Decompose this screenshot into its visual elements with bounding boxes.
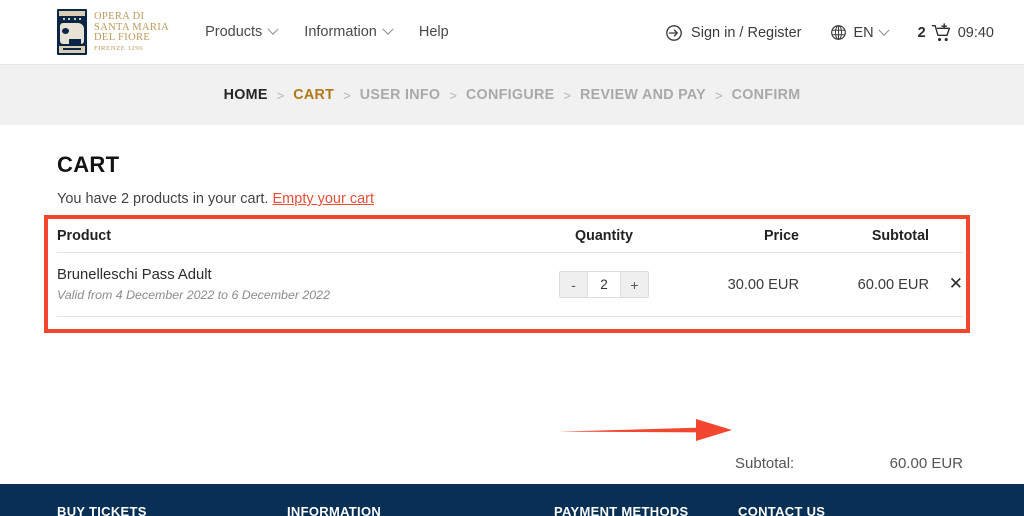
- footer-heading-buy-tickets: BUY TICKETS: [57, 504, 147, 516]
- breadcrumb-step-home[interactable]: HOME: [224, 87, 268, 103]
- footer-heading-payment-methods: PAYMENT METHODS: [554, 504, 689, 516]
- breadcrumb-step-cart[interactable]: CART: [293, 87, 334, 103]
- chevron-down-icon: [382, 23, 394, 35]
- sign-in-register-link[interactable]: Sign in / Register: [665, 24, 801, 42]
- breadcrumb-step-user-info[interactable]: USER INFO: [360, 87, 441, 103]
- cart-summary-text: You have 2 products in your cart.: [57, 191, 269, 207]
- column-header-subtotal: Subtotal: [871, 227, 929, 244]
- footer-heading-information: INFORMATION: [287, 504, 382, 516]
- breadcrumb-separator: >: [343, 87, 351, 103]
- subtotal-value: 60.00 EUR: [889, 455, 963, 472]
- cart-item-name: Brunelleschi Pass Adult: [57, 267, 212, 283]
- cart-item-product-cell: Brunelleschi Pass Adult Valid from 4 Dec…: [57, 267, 529, 302]
- cart-main: CART You have 2 products in your cart. E…: [0, 125, 1024, 503]
- column-header-quantity: Quantity: [575, 227, 633, 244]
- cart-page: OPERA DI SANTA MARIA DEL FIORE FIRENZE 1…: [0, 0, 1024, 516]
- sign-in-label: Sign in / Register: [691, 24, 802, 41]
- breadcrumb: HOME > CART > USER INFO > CONFIGURE > RE…: [224, 87, 801, 103]
- footer-column-information: INFORMATION: [287, 504, 381, 516]
- cart-item-quantity-cell: - 2 +: [529, 271, 679, 298]
- chevron-down-icon: [267, 23, 279, 35]
- breadcrumb-step-configure[interactable]: CONFIGURE: [466, 87, 554, 103]
- footer-column-buy-tickets: BUY TICKETS: [57, 504, 147, 516]
- nav-label-products: Products: [205, 24, 263, 40]
- breadcrumb-separator: >: [715, 87, 723, 103]
- site-header: OPERA DI SANTA MARIA DEL FIORE FIRENZE 1…: [0, 0, 1024, 65]
- cart-timer: 09:40: [957, 24, 994, 41]
- logo-line-3: DEL FIORE: [94, 32, 151, 44]
- breadcrumb-step-confirm[interactable]: CONFIRM: [732, 87, 801, 103]
- subtotal-label: Subtotal:: [735, 455, 795, 472]
- column-header-price: Price: [764, 227, 799, 244]
- cart-item-price: 30.00 EUR: [727, 276, 799, 293]
- chevron-down-icon: [877, 24, 890, 36]
- opera-duomo-logo-icon: [57, 9, 87, 55]
- cart-count: 2: [917, 24, 926, 41]
- footer-column-payment-methods: PAYMENT METHODS: [554, 504, 689, 516]
- footer-columns: BUY TICKETS INFORMATION PAYMENT METHODS …: [0, 484, 1024, 516]
- logo-line-4: FIRENZE 1296: [94, 45, 144, 53]
- page-title: CART: [57, 152, 120, 177]
- language-selector[interactable]: EN: [830, 24, 890, 41]
- column-header-product: Product: [57, 227, 112, 244]
- quantity-input[interactable]: 2: [588, 272, 620, 297]
- empty-cart-link[interactable]: Empty your cart: [273, 191, 375, 207]
- footer-column-contact-us: CONTACT US: [738, 504, 825, 516]
- cart-item-subtotal: 60.00 EUR: [857, 276, 929, 293]
- main-navigation: Products Information Help: [205, 23, 449, 40]
- nav-label-information: Information: [304, 24, 377, 40]
- site-footer: BUY TICKETS INFORMATION PAYMENT METHODS …: [0, 484, 1024, 516]
- nav-item-information[interactable]: Information: [304, 23, 394, 40]
- site-logo[interactable]: OPERA DI SANTA MARIA DEL FIORE FIRENZE 1…: [57, 9, 169, 55]
- cart-table-header: Product Quantity Price Subtotal: [57, 219, 963, 253]
- logo-wordmark: OPERA DI SANTA MARIA DEL FIORE FIRENZE 1…: [94, 11, 169, 53]
- nav-item-help[interactable]: Help: [419, 24, 449, 40]
- annotation-arrow: [558, 419, 732, 441]
- breadcrumb-separator: >: [276, 87, 285, 103]
- cart-add-icon: [931, 22, 950, 41]
- cart-item-remove-cell: ✕: [929, 275, 963, 294]
- nav-item-products[interactable]: Products: [205, 23, 279, 40]
- cart-item-validity: Valid from 4 December 2022 to 6 December…: [57, 288, 330, 302]
- breadcrumb-separator: >: [449, 87, 457, 103]
- checkout-breadcrumb-bar: HOME > CART > USER INFO > CONFIGURE > RE…: [0, 65, 1024, 125]
- table-row: Brunelleschi Pass Adult Valid from 4 Dec…: [57, 253, 963, 317]
- breadcrumb-step-review-pay[interactable]: REVIEW AND PAY: [580, 87, 706, 103]
- sign-in-icon: [666, 24, 682, 41]
- language-label: EN: [853, 24, 874, 41]
- cart-table: Product Quantity Price Subtotal Brunelle…: [57, 219, 963, 317]
- header-utilities: Sign in / Register EN 2 09:40: [665, 0, 994, 65]
- quantity-increase-button[interactable]: +: [620, 272, 648, 297]
- close-icon[interactable]: ✕: [949, 274, 963, 293]
- cart-summary-line: You have 2 products in your cart. Empty …: [57, 191, 1024, 207]
- quantity-stepper[interactable]: - 2 +: [559, 271, 649, 298]
- breadcrumb-separator: >: [563, 87, 571, 103]
- subtotal-row: Subtotal: 60.00 EUR: [735, 455, 963, 472]
- cart-indicator[interactable]: 2 09:40: [917, 22, 994, 43]
- footer-heading-contact-us: CONTACT US: [738, 504, 826, 516]
- quantity-decrease-button[interactable]: -: [560, 272, 588, 297]
- nav-label-help: Help: [418, 24, 449, 40]
- globe-icon: [831, 25, 847, 40]
